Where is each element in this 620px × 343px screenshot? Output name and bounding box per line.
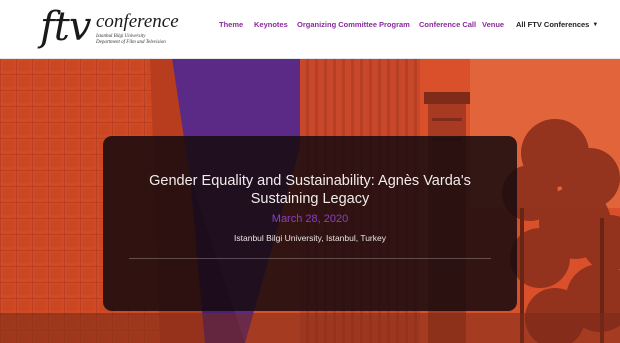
site-logo[interactable]: ftv conference Istanbul Bilgi University… [40,4,180,54]
logo-subtitle-line-2: Department of Film and Television [96,39,166,45]
event-venue: Istanbul Bilgi University, Istanbul, Tur… [234,233,386,243]
caret-down-icon: ▼ [592,22,599,28]
nav-conference-call[interactable]: Conference Call [419,18,476,32]
site-header: ftv conference Istanbul Bilgi University… [0,0,620,59]
event-info-card: Gender Equality and Sustainability: Agnè… [103,136,517,311]
nav-dropdown-label: All FTV Conferences [516,20,590,29]
event-date: March 28, 2020 [271,213,349,225]
logo-ftv-text: ftv [40,4,91,50]
nav-program[interactable]: Program [379,18,410,32]
logo-conference-text: conference [96,11,179,32]
nav-organizing-committee[interactable]: Organizing Committee [297,18,377,32]
logo-subtitle: Istanbul Bilgi University Department of … [96,34,166,45]
nav-keynotes[interactable]: Keynotes [254,18,288,32]
event-title: Gender Equality and Sustainability: Agnè… [149,173,471,207]
nav-venue[interactable]: Venue [482,18,504,32]
card-divider [129,258,491,259]
nav-all-ftv-conferences-dropdown[interactable]: All FTV Conferences ▼ [516,18,598,32]
nav-theme[interactable]: Theme [219,18,243,32]
